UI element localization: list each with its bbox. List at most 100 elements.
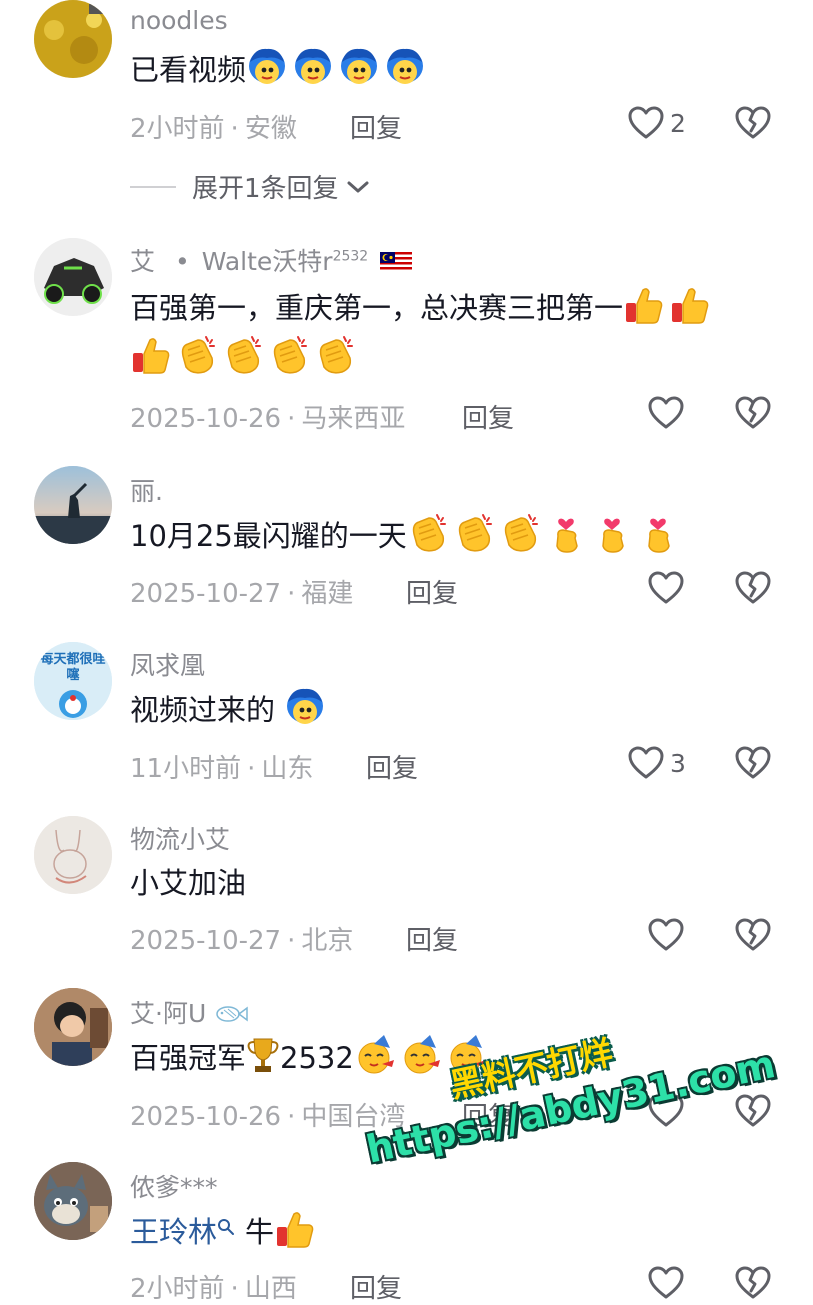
blue-hair-emoji-icon [338, 46, 380, 88]
comment-meta: 2小时前 · 安徽 [130, 108, 297, 145]
comment-time: 2小时前 [130, 1274, 225, 1304]
mention-link[interactable]: 王玲林 [130, 1215, 217, 1249]
like-button[interactable] [648, 571, 684, 605]
like-button[interactable] [648, 396, 684, 430]
username-main: 艾 [130, 247, 156, 276]
avatar[interactable] [34, 988, 112, 1066]
dislike-button[interactable] [735, 571, 771, 605]
meta-separator: · [230, 114, 239, 144]
avatar[interactable] [34, 466, 112, 544]
clapping-hands-emoji-icon [407, 512, 449, 554]
like-button[interactable] [648, 918, 684, 952]
meta-separator: · [230, 1274, 239, 1304]
avatar[interactable]: 每天都很哇噻 [34, 642, 112, 720]
finger-heart-emoji-icon [545, 512, 587, 554]
comment-location: 福建 [301, 579, 354, 609]
reply-button[interactable]: 回复 [350, 108, 402, 145]
broken-heart-icon [735, 571, 771, 605]
comment-meta: 2025-10-26 · 马来西亚 [130, 398, 405, 435]
username[interactable]: 物流小艾 [130, 820, 230, 856]
expand-replies-button[interactable]: 展开1条回复 [130, 168, 371, 205]
blue-hair-emoji-icon [284, 686, 326, 728]
reply-button[interactable]: 回复 [350, 1268, 402, 1305]
meta-separator: · [247, 754, 256, 784]
comment-text-body: 百强冠军 [130, 1041, 247, 1075]
broken-heart-icon [735, 746, 771, 780]
username-rest: Walte沃特r [201, 247, 333, 276]
comment-location: 马来西亚 [301, 404, 406, 434]
comment-text: 小艾加油 [130, 866, 247, 900]
comment-meta: 11小时前 · 山东 [130, 748, 313, 785]
comment-text: 百强第一，重庆第一，总决赛三把第一 [130, 284, 715, 331]
watermark: 黑料不打烊 https://abdy31.com [350, 991, 779, 1187]
comment-time: 2025-10-27 [130, 579, 282, 609]
heart-icon [628, 106, 664, 140]
like-count: 3 [670, 748, 686, 778]
broken-heart-icon [735, 106, 771, 140]
dislike-button[interactable] [735, 1266, 771, 1300]
blue-hair-emoji-icon [246, 46, 288, 88]
comment-time: 2小时前 [130, 114, 225, 144]
comment-time: 2025-10-26 [130, 404, 282, 434]
username[interactable]: 艾·阿U [130, 994, 248, 1030]
comment-text-number: 2532 [280, 1041, 354, 1075]
reply-button[interactable]: 回复 [366, 748, 418, 785]
clapping-hands-emoji-icon [314, 334, 356, 376]
divider-line [130, 185, 176, 188]
reply-button[interactable]: 回复 [406, 573, 458, 610]
comment-meta: 2025-10-27 · 北京 [130, 920, 353, 957]
broken-heart-icon [735, 396, 771, 430]
comment-meta: 2小时前 · 山西 [130, 1268, 297, 1305]
dislike-button[interactable] [735, 918, 771, 952]
like-count: 2 [670, 108, 686, 138]
blue-hair-emoji-icon [384, 46, 426, 88]
heart-icon [648, 1266, 684, 1300]
avatar[interactable] [34, 1162, 112, 1240]
comment-time: 2025-10-27 [130, 926, 282, 956]
like-button[interactable]: 2 [628, 106, 686, 140]
malaysia-flag-icon [380, 252, 413, 272]
broken-heart-icon [735, 918, 771, 952]
avatar[interactable] [34, 0, 112, 78]
trophy-icon [247, 1038, 279, 1072]
dislike-button[interactable] [735, 746, 771, 780]
comment-text: 王玲林牛 [130, 1208, 320, 1255]
comment-emoji-line [130, 334, 360, 381]
comment-text: 已看视频 [130, 46, 430, 93]
comment-text-body: 10月25最闪耀的一天 [130, 519, 407, 553]
meta-separator: · [287, 926, 296, 956]
clapping-hands-emoji-icon [268, 334, 310, 376]
heart-icon [628, 746, 664, 780]
comment-location: 北京 [301, 926, 354, 956]
meta-separator: · [287, 579, 296, 609]
thumbs-up-emoji-icon [623, 284, 665, 326]
like-button[interactable] [648, 1266, 684, 1300]
username-sup: 2532 [332, 248, 369, 265]
heart-icon [648, 571, 684, 605]
username[interactable]: 艾 • Walte沃特r2532 [130, 242, 413, 278]
comment-location: 安徽 [244, 114, 297, 144]
finger-heart-emoji-icon [637, 512, 679, 554]
comment-time: 11小时前 [130, 754, 242, 784]
dislike-button[interactable] [735, 106, 771, 140]
avatar[interactable] [34, 238, 112, 316]
finger-heart-emoji-icon [591, 512, 633, 554]
thumbs-up-emoji-icon [669, 284, 711, 326]
expand-replies-label: 展开1条回复 [192, 174, 339, 204]
thumbs-up-emoji-icon [274, 1208, 316, 1250]
username[interactable]: 丽. [130, 472, 163, 508]
like-button[interactable]: 3 [628, 746, 686, 780]
blue-hair-emoji-icon [292, 46, 334, 88]
username[interactable]: noodles [130, 6, 228, 35]
dislike-button[interactable] [735, 396, 771, 430]
comment-text: 视频过来的 [130, 686, 330, 733]
reply-button[interactable]: 回复 [462, 398, 514, 435]
avatar[interactable] [34, 816, 112, 894]
username-separator: • [174, 247, 190, 276]
clapping-hands-emoji-icon [176, 334, 218, 376]
username[interactable]: 侬爹*** [130, 1168, 218, 1204]
reply-button[interactable]: 回复 [406, 920, 458, 957]
username[interactable]: 凤求凰 [130, 646, 205, 682]
comment-location: 山西 [244, 1274, 297, 1304]
avatar-text: 每天都很哇噻 [40, 652, 106, 683]
